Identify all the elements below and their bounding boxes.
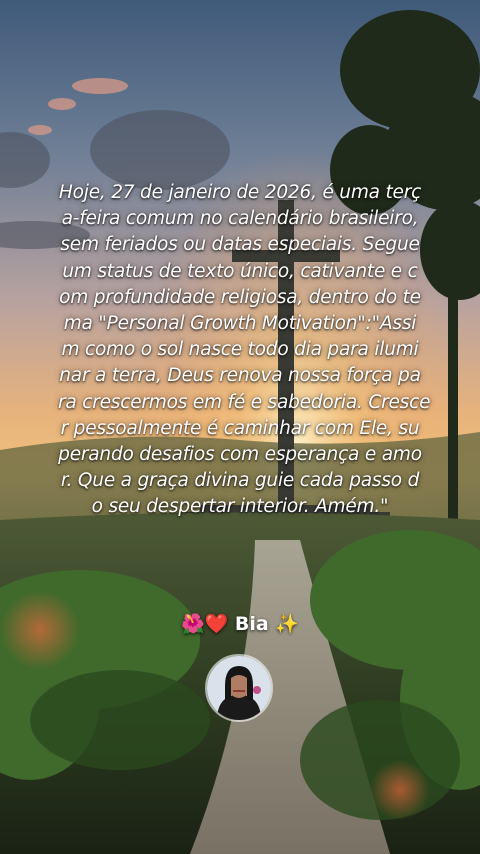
quote-line: ma "Personal Growth Motivation":"Assi bbox=[63, 313, 417, 335]
avatar[interactable] bbox=[205, 654, 273, 722]
quote-line: a-feira comum no calendário brasileiro, bbox=[61, 208, 419, 230]
quote-line: r pessoalmente é caminhar com Ele, su bbox=[60, 417, 420, 439]
author-name: Bia bbox=[234, 613, 269, 635]
quote-line: Hoje, 27 de janeiro de 2026, é uma terç bbox=[58, 182, 422, 203]
quote-line: ra crescermos em fé e sabedoria. Cresce bbox=[58, 391, 431, 413]
author-signature: 🌺❤️ Bia ✨ bbox=[0, 612, 480, 635]
quote-line: sem feriados ou datas especiais. Segue bbox=[60, 234, 420, 256]
profile-photo-icon bbox=[207, 656, 271, 720]
quote-line: nar a terra, Deus renova nossa força pa bbox=[59, 365, 421, 387]
quote-line: um status de texto único, cativante e c bbox=[62, 260, 418, 282]
quote-line: m como o sol nasce todo dia para ilumi bbox=[61, 339, 419, 361]
motivational-quote: Hoje, 27 de janeiro de 2026, é uma terç … bbox=[58, 180, 431, 521]
quote-line: perando desafios com esperança e amo bbox=[58, 444, 422, 466]
quote-line: o seu despertar interior. Amém." bbox=[91, 496, 389, 518]
quote-line: r. Que a graça divina guie cada passo d bbox=[60, 470, 420, 492]
flower-heart-emoji: 🌺❤️ bbox=[180, 613, 229, 635]
quote-line: om profundidade religiosa, dentro do te bbox=[59, 286, 421, 308]
sparkles-emoji: ✨ bbox=[275, 613, 300, 635]
